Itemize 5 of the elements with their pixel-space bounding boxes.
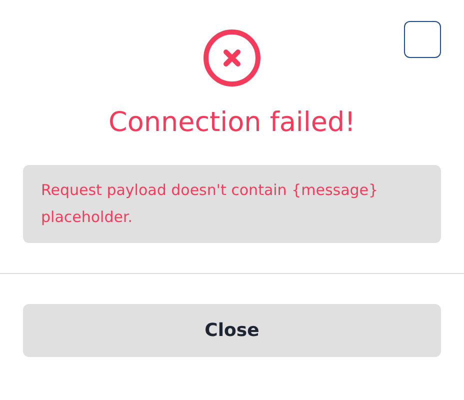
error-icon: [202, 28, 262, 88]
square-button[interactable]: [404, 21, 441, 58]
dialog-title: Connection failed!: [108, 106, 356, 140]
close-button[interactable]: Close: [23, 304, 441, 357]
error-message: Request payload doesn't contain {message} placeholder.: [23, 165, 441, 243]
